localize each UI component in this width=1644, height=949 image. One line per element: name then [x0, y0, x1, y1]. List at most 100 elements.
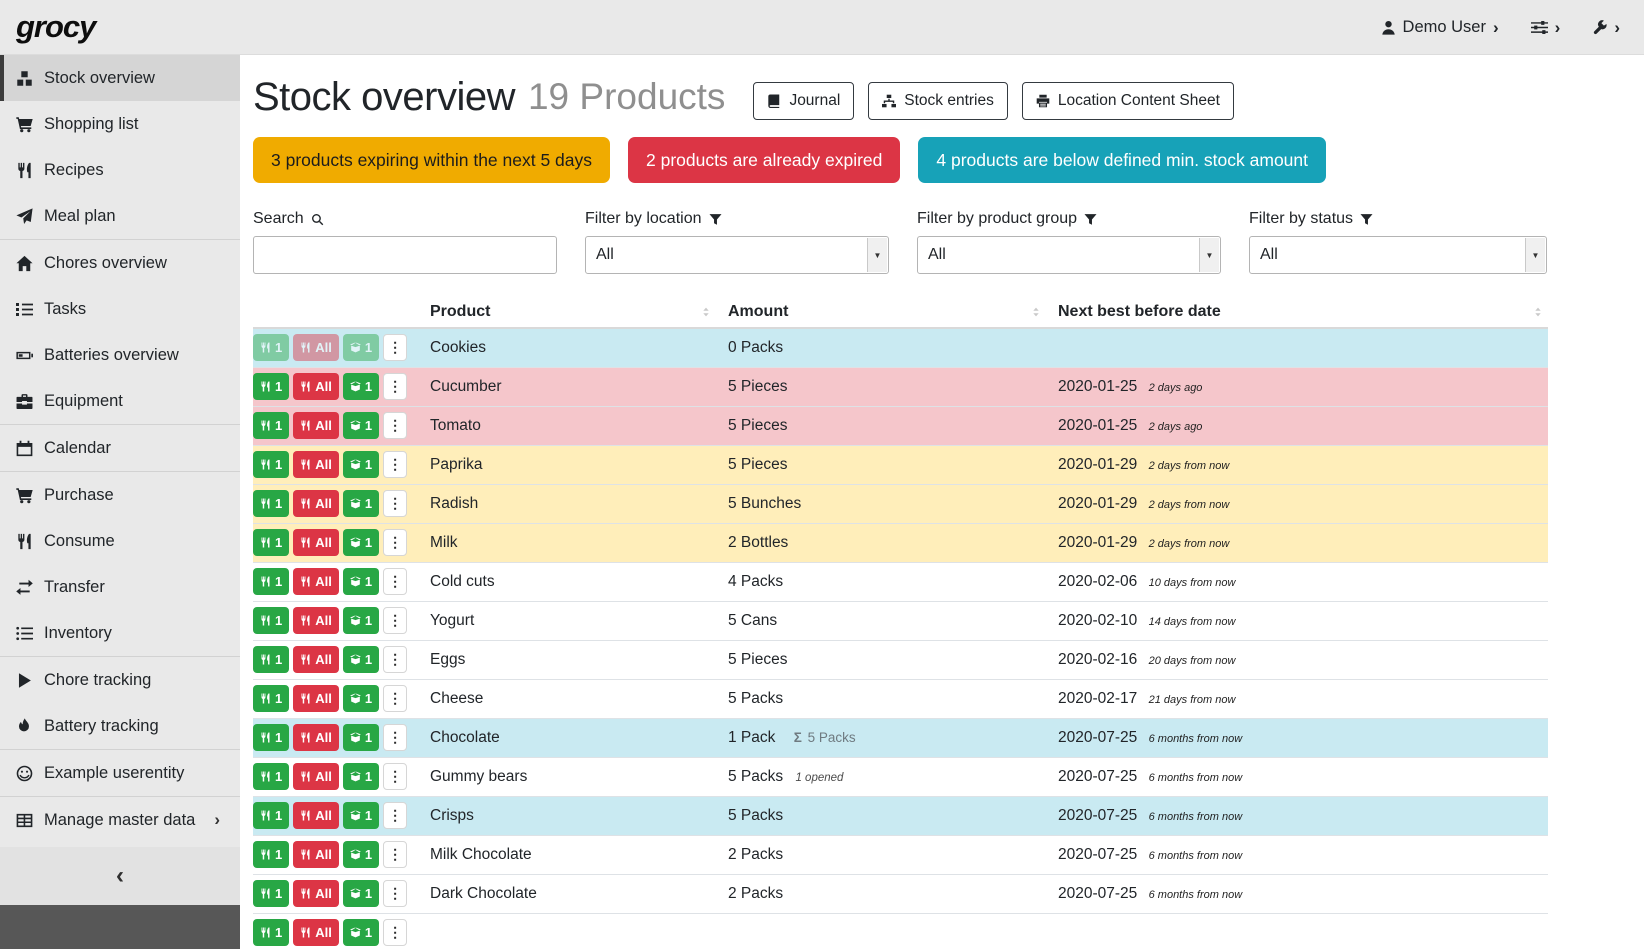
consume-one-button[interactable]: 1 — [253, 685, 289, 712]
row-menu-button[interactable]: ⋮ — [383, 607, 407, 634]
column-header-amount[interactable]: Amount — [728, 296, 1058, 328]
sidebar-item-meal-plan[interactable]: Meal plan › — [0, 193, 240, 239]
row-menu-button[interactable]: ⋮ — [383, 763, 407, 790]
consume-one-button[interactable]: 1 — [253, 529, 289, 556]
open-one-button[interactable]: 1 — [343, 568, 379, 595]
below-min-stock-alert[interactable]: 4 products are below defined min. stock … — [918, 137, 1326, 183]
sidebar-item-equipment[interactable]: Equipment › — [0, 378, 240, 424]
column-header-best-before[interactable]: Next best before date — [1058, 296, 1548, 328]
consume-one-button[interactable]: 1 — [253, 412, 289, 439]
row-menu-button[interactable]: ⋮ — [383, 724, 407, 751]
consume-one-button[interactable]: 1 — [253, 373, 289, 400]
consume-one-button[interactable]: 1 — [253, 646, 289, 673]
open-one-button[interactable]: 1 — [343, 763, 379, 790]
location-select[interactable]: All ▼ — [585, 236, 889, 274]
row-menu-button[interactable]: ⋮ — [383, 802, 407, 829]
row-menu-button[interactable]: ⋮ — [383, 568, 407, 595]
row-menu-button[interactable]: ⋮ — [383, 490, 407, 517]
sidebar-item-recipes[interactable]: Recipes › — [0, 147, 240, 193]
consume-one-button[interactable]: 1 — [253, 763, 289, 790]
consume-all-button[interactable]: All — [293, 451, 339, 478]
consume-one-button[interactable]: 1 — [253, 451, 289, 478]
search-input[interactable] — [253, 236, 557, 274]
open-one-button[interactable]: 1 — [343, 724, 379, 751]
row-menu-button[interactable]: ⋮ — [383, 373, 407, 400]
sort-icon[interactable] — [1532, 306, 1544, 318]
sidebar-item-shopping-list[interactable]: Shopping list › — [0, 101, 240, 147]
open-one-button[interactable]: 1 — [343, 607, 379, 634]
sidebar-collapse-button[interactable]: ‹ — [0, 847, 240, 905]
consume-all-button[interactable]: All — [293, 646, 339, 673]
open-one-button[interactable]: 1 — [343, 802, 379, 829]
consume-one-button[interactable]: 1 — [253, 490, 289, 517]
sidebar-item-consume[interactable]: Consume › — [0, 518, 240, 564]
row-menu-button[interactable]: ⋮ — [383, 334, 407, 361]
admin-menu[interactable]: › — [1592, 19, 1620, 36]
consume-one-button[interactable]: 1 — [253, 568, 289, 595]
sidebar-item-calendar[interactable]: Calendar › — [0, 425, 240, 471]
consume-all-button[interactable]: All — [293, 607, 339, 634]
row-menu-button[interactable]: ⋮ — [383, 841, 407, 868]
stock-entries-button[interactable]: Stock entries — [868, 82, 1008, 120]
column-header-product[interactable]: Product — [430, 296, 728, 328]
sort-icon[interactable] — [1030, 306, 1042, 318]
consume-all-button[interactable]: All — [293, 919, 339, 946]
sidebar-item-inventory[interactable]: Inventory › — [0, 610, 240, 656]
row-menu-button[interactable]: ⋮ — [383, 919, 407, 946]
row-menu-button[interactable]: ⋮ — [383, 412, 407, 439]
open-one-button[interactable]: 1 — [343, 685, 379, 712]
sidebar-item-example-userentity[interactable]: Example userentity › — [0, 750, 240, 796]
sidebar-item-chore-tracking[interactable]: Chore tracking › — [0, 657, 240, 703]
open-one-button[interactable]: 1 — [343, 373, 379, 400]
consume-all-button[interactable]: All — [293, 334, 339, 361]
sidebar-item-manage-master-data[interactable]: Manage master data › — [0, 797, 240, 843]
open-one-button[interactable]: 1 — [343, 841, 379, 868]
location-content-sheet-button[interactable]: Location Content Sheet — [1022, 82, 1234, 120]
consume-all-button[interactable]: All — [293, 880, 339, 907]
product-group-select[interactable]: All ▼ — [917, 236, 1221, 274]
sidebar-item-transfer[interactable]: Transfer › — [0, 564, 240, 610]
open-one-button[interactable]: 1 — [343, 334, 379, 361]
consume-all-button[interactable]: All — [293, 841, 339, 868]
sidebar-item-tasks[interactable]: Tasks › — [0, 286, 240, 332]
consume-all-button[interactable]: All — [293, 490, 339, 517]
consume-one-button[interactable]: 1 — [253, 607, 289, 634]
row-menu-button[interactable]: ⋮ — [383, 880, 407, 907]
open-one-button[interactable]: 1 — [343, 919, 379, 946]
expired-alert[interactable]: 2 products are already expired — [628, 137, 900, 183]
open-one-button[interactable]: 1 — [343, 412, 379, 439]
open-one-button[interactable]: 1 — [343, 451, 379, 478]
sidebar-item-battery-tracking[interactable]: Battery tracking › — [0, 703, 240, 749]
status-select[interactable]: All ▼ — [1249, 236, 1547, 274]
consume-all-button[interactable]: All — [293, 724, 339, 751]
sidebar-item-stock-overview[interactable]: Stock overview › — [0, 55, 240, 101]
consume-one-button[interactable]: 1 — [253, 919, 289, 946]
consume-all-button[interactable]: All — [293, 529, 339, 556]
consume-one-button[interactable]: 1 — [253, 724, 289, 751]
sidebar-item-chores-overview[interactable]: Chores overview › — [0, 240, 240, 286]
user-menu[interactable]: Demo User › — [1381, 18, 1499, 37]
row-menu-button[interactable]: ⋮ — [383, 451, 407, 478]
open-one-button[interactable]: 1 — [343, 490, 379, 517]
consume-one-button[interactable]: 1 — [253, 802, 289, 829]
sidebar-item-batteries-overview[interactable]: Batteries overview › — [0, 332, 240, 378]
expiring-alert[interactable]: 3 products expiring within the next 5 da… — [253, 137, 610, 183]
journal-button[interactable]: Journal — [753, 82, 854, 120]
sidebar-item-purchase[interactable]: Purchase › — [0, 472, 240, 518]
open-one-button[interactable]: 1 — [343, 646, 379, 673]
consume-all-button[interactable]: All — [293, 685, 339, 712]
consume-one-button[interactable]: 1 — [253, 841, 289, 868]
consume-all-button[interactable]: All — [293, 802, 339, 829]
row-menu-button[interactable]: ⋮ — [383, 646, 407, 673]
sort-icon[interactable] — [700, 306, 712, 318]
consume-one-button[interactable]: 1 — [253, 334, 289, 361]
consume-all-button[interactable]: All — [293, 763, 339, 790]
row-menu-button[interactable]: ⋮ — [383, 685, 407, 712]
open-one-button[interactable]: 1 — [343, 529, 379, 556]
settings-menu[interactable]: › — [1531, 19, 1561, 36]
app-logo[interactable]: grocy — [16, 9, 95, 45]
consume-all-button[interactable]: All — [293, 373, 339, 400]
consume-one-button[interactable]: 1 — [253, 880, 289, 907]
consume-all-button[interactable]: All — [293, 412, 339, 439]
open-one-button[interactable]: 1 — [343, 880, 379, 907]
